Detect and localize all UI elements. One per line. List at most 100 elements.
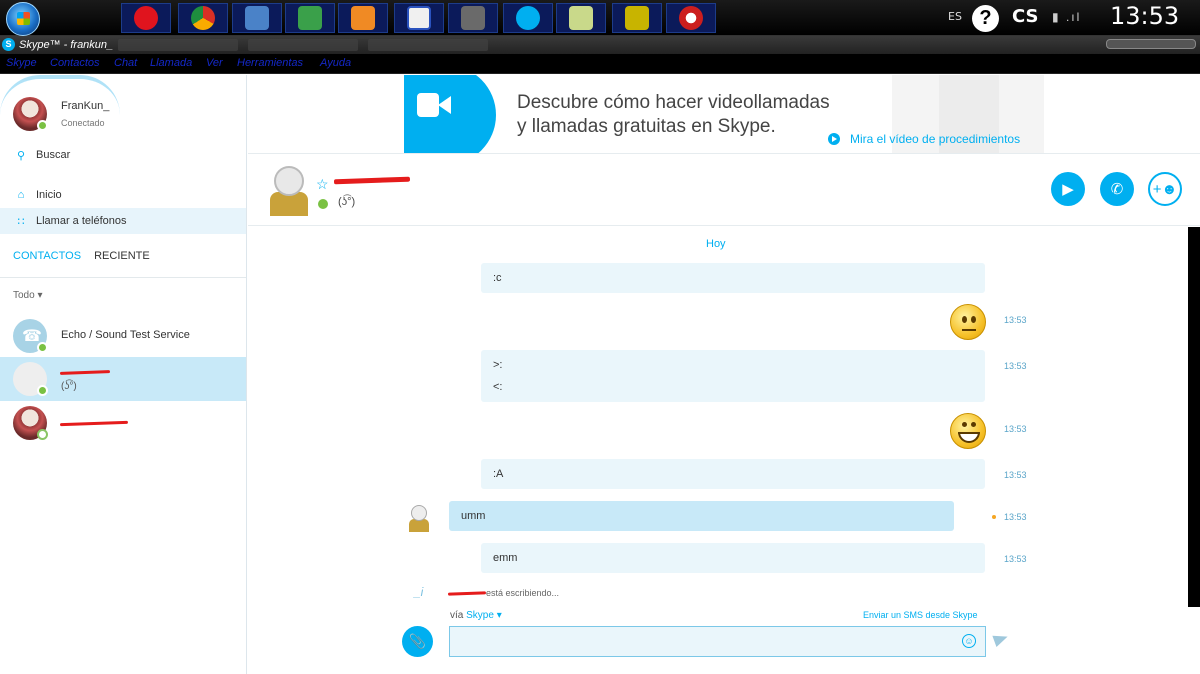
- day-separator: Hoy: [706, 238, 726, 250]
- camera-icon: [461, 6, 485, 30]
- peer-avatar-small[interactable]: [406, 503, 432, 533]
- sidebar-item-label: Inicio: [36, 189, 62, 201]
- watch-video-label: Mira el vídeo de procedimientos: [850, 132, 1021, 146]
- video-call-button[interactable]: ▶: [1051, 172, 1085, 206]
- chrome-icon: [191, 6, 215, 30]
- send-sms-link[interactable]: Enviar un SMS desde Skype: [863, 610, 978, 620]
- sidebar: FranKun_ Conectado ⚲ Buscar ⌂ Inicio ∷ L…: [0, 75, 247, 674]
- message-text: emm: [493, 552, 518, 564]
- via-skype-link[interactable]: Skype: [466, 610, 494, 621]
- phone-icon: ✆: [1110, 181, 1124, 198]
- message-bubble: :A: [481, 459, 985, 489]
- search-icon: ⚲: [16, 149, 26, 162]
- favorite-star-icon[interactable]: ☆: [316, 176, 329, 193]
- voice-call-button[interactable]: ✆: [1100, 172, 1134, 206]
- message-text: :c: [493, 272, 502, 284]
- taskbar-player-button[interactable]: [338, 3, 388, 33]
- menu-ver[interactable]: Ver: [206, 57, 223, 69]
- grinning-emoji-icon: [950, 413, 986, 449]
- start-button[interactable]: [6, 2, 40, 36]
- tab-recent[interactable]: RECIENTE: [94, 250, 150, 262]
- note-icon: [569, 6, 593, 30]
- help-icon[interactable]: ?: [972, 5, 999, 32]
- cube-icon: [625, 6, 649, 30]
- message-input[interactable]: [450, 627, 985, 656]
- video-camera-icon: [404, 75, 496, 154]
- message-bubble-peer: umm: [449, 501, 954, 531]
- menu-contactos[interactable]: Contactos: [50, 57, 100, 69]
- search-button[interactable]: ⚲ Buscar: [0, 142, 246, 168]
- banner-line-2: y llamadas gratuitas en Skype.: [517, 116, 776, 137]
- message-bubble: emm: [481, 543, 985, 573]
- contact-mood: (ʖ͡°): [61, 381, 77, 392]
- taskbar-cube-button[interactable]: [612, 3, 662, 33]
- menu-bar: Skype Contactos Chat Llamada Ver Herrami…: [0, 54, 1200, 74]
- worried-emoji-icon: [950, 304, 986, 340]
- contact-item-offline[interactable]: [0, 401, 246, 445]
- peer-mood: (ʖ͡°): [338, 196, 356, 208]
- contact-item-selected[interactable]: (ʖ͡°): [0, 357, 246, 401]
- language-indicator[interactable]: ES: [948, 10, 962, 23]
- message-time: 13:53: [1004, 512, 1027, 522]
- add-person-icon: +☻: [1152, 180, 1178, 198]
- menu-skype[interactable]: Skype: [6, 57, 37, 69]
- online-status-icon: [37, 385, 48, 396]
- taskbar-chrome-button[interactable]: [178, 3, 228, 33]
- my-name[interactable]: FranKun_: [61, 100, 109, 112]
- taskbar-window-button[interactable]: [394, 3, 444, 33]
- ghost-tab: [248, 39, 358, 51]
- window-title-bar: S Skype™ - frankun_: [0, 36, 1200, 54]
- taskbar-notepad-button[interactable]: [232, 3, 282, 33]
- play-icon: [828, 133, 840, 145]
- sidebar-item-label: Llamar a teléfonos: [36, 215, 127, 227]
- menu-ayuda[interactable]: Ayuda: [320, 57, 351, 69]
- add-people-button[interactable]: +☻: [1148, 172, 1182, 206]
- attach-button[interactable]: 📎: [402, 626, 433, 657]
- redaction-mark: [447, 591, 487, 596]
- online-status-icon: [37, 342, 48, 353]
- tab-contacts[interactable]: CONTACTOS: [13, 250, 81, 262]
- my-status[interactable]: Conectado: [61, 118, 105, 128]
- taskbar-skype-button[interactable]: [503, 3, 553, 33]
- scrollbar[interactable]: [1188, 227, 1200, 607]
- dialpad-icon: ∷: [17, 215, 25, 228]
- contact-tabs: CONTACTOS RECIENTE: [13, 250, 160, 262]
- taskbar-camera-button[interactable]: [448, 3, 498, 33]
- contact-filter-dropdown[interactable]: Todo ▾: [13, 290, 43, 301]
- promo-banner[interactable]: Descubre cómo hacer videollamadas y llam…: [404, 75, 1044, 154]
- message-compose-box[interactable]: [449, 626, 986, 657]
- ghost-tab: [118, 39, 238, 51]
- message-bubble: >: <:: [481, 350, 985, 402]
- paperclip-icon: 📎: [408, 633, 427, 649]
- message-text: >:: [493, 359, 503, 371]
- video-camera-icon: ▶: [1062, 181, 1074, 198]
- peer-avatar[interactable]: [266, 162, 312, 216]
- taskbar-clock[interactable]: 13:53: [1110, 2, 1179, 30]
- menu-llamada[interactable]: Llamada: [150, 57, 192, 69]
- conversation-pane: Descubre cómo hacer videollamadas y llam…: [248, 75, 1200, 674]
- taskbar-media-button[interactable]: [285, 3, 335, 33]
- menu-chat[interactable]: Chat: [114, 57, 137, 69]
- message-text: :A: [493, 468, 504, 480]
- send-via-selector[interactable]: vía Skype ▾: [450, 610, 502, 621]
- taskbar-record-button[interactable]: [666, 3, 716, 33]
- sidebar-item-home[interactable]: ⌂ Inicio: [0, 182, 246, 208]
- menu-herramientas[interactable]: Herramientas: [237, 57, 303, 69]
- watch-video-link[interactable]: Mira el vídeo de procedimientos: [828, 132, 1020, 146]
- typing-pencil-icon: _i: [414, 585, 424, 599]
- sidebar-item-call-phones[interactable]: ∷ Llamar a teléfonos: [0, 208, 246, 234]
- contact-item-echo[interactable]: Echo / Sound Test Service: [0, 313, 246, 357]
- player-icon: [351, 6, 375, 30]
- message-time: 13:53: [1004, 554, 1027, 564]
- divider: [0, 277, 246, 278]
- banner-line-1: Descubre cómo hacer videollamadas: [517, 92, 830, 113]
- send-icon[interactable]: [992, 630, 1010, 648]
- redaction-mark: [59, 420, 129, 427]
- taskbar-note-button[interactable]: [556, 3, 606, 33]
- taskbar-opera-button[interactable]: [121, 3, 171, 33]
- emoticon-icon[interactable]: ☺: [962, 634, 976, 648]
- signal-icon[interactable]: ▮ .ıl: [1052, 10, 1081, 24]
- cs-tray-icon[interactable]: CS: [1012, 6, 1039, 27]
- unread-indicator-icon: [992, 515, 996, 519]
- window-controls[interactable]: [1106, 39, 1196, 49]
